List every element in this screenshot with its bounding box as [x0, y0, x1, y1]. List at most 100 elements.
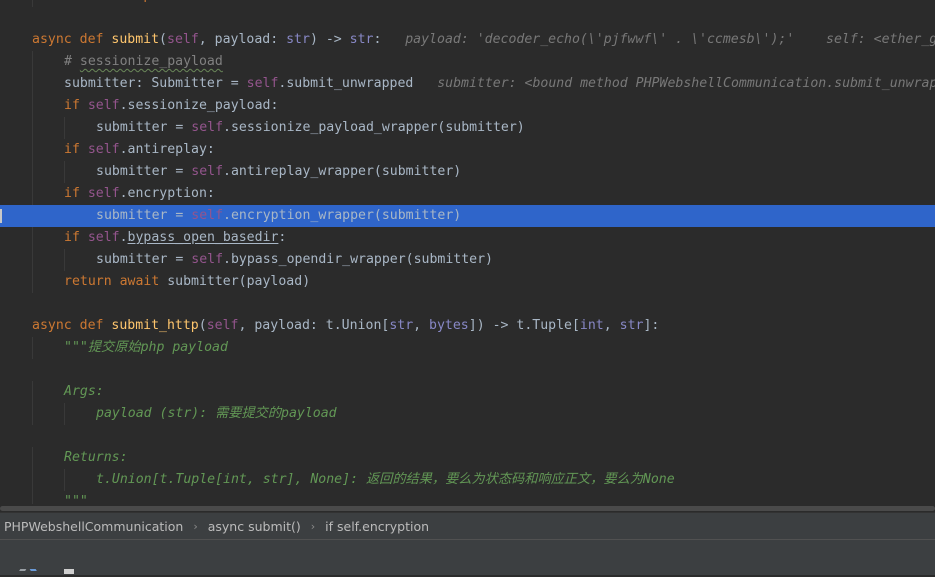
current-code-line[interactable]: submitter = self.encryption_wrapper(subm… [0, 205, 935, 227]
bottom-tool-panel [0, 539, 935, 577]
code-line[interactable]: if self.sessionize_payload: [0, 95, 935, 117]
code-token: Returns: [64, 450, 128, 465]
code-token: str [619, 318, 644, 333]
chevron-right-icon: › [193, 519, 198, 533]
indent-guide [32, 469, 33, 491]
code-text: return await submitter(payload) [64, 271, 310, 293]
code-line[interactable] [0, 425, 935, 447]
indent-guide [64, 161, 65, 183]
code-token: sessionize_payload [79, 54, 223, 69]
code-token: submitter: <bound method PHPWebshellComm… [413, 76, 935, 91]
code-text: submitter = self.bypass_opendir_wrapper(… [96, 249, 493, 271]
tool-window-icon[interactable] [29, 569, 41, 577]
horizontal-scrollbar[interactable] [0, 504, 935, 512]
code-token: .sessionize_payload_wrapper(submitter) [223, 120, 525, 135]
code-token: submitter = [96, 252, 192, 267]
code-token: self [191, 252, 224, 267]
indent-guide [32, 139, 33, 161]
tool-window-icon[interactable] [15, 569, 27, 577]
code-line[interactable] [0, 359, 935, 381]
code-line[interactable]: submitter = self.antireplay_wrapper(subm… [0, 161, 935, 183]
code-token: int [579, 318, 604, 333]
code-token: if [64, 142, 88, 157]
indent-guide [32, 161, 33, 183]
code-token: self [246, 76, 279, 91]
code-token: ( [198, 318, 207, 333]
code-text: # sessionize_payload [64, 51, 223, 73]
breadcrumb-class[interactable]: PHPWebshellCommunication [0, 519, 187, 534]
code-token: , [413, 318, 430, 333]
code-token: str [286, 32, 310, 47]
code-token: self [87, 230, 120, 245]
code-token: payload: 'decoder_echo(\'pjfwwf\' . \'cc… [381, 32, 935, 47]
code-token: self [167, 32, 199, 47]
code-line[interactable] [0, 7, 935, 29]
code-token: . [119, 230, 128, 245]
code-line[interactable]: if self.antireplay: [0, 139, 935, 161]
code-line[interactable]: submitter: Submitter = self.submit_unwra… [0, 73, 935, 95]
code-line[interactable]: if self.encryption: [0, 183, 935, 205]
code-line[interactable]: if self.bypass_open_basedir: [0, 227, 935, 249]
code-line[interactable]: Args: [0, 381, 935, 403]
code-text: submitter: Submitter = self.submit_unwra… [64, 73, 935, 95]
code-token: Args: [64, 384, 104, 399]
code-token: : [278, 230, 287, 245]
indent-guide [64, 469, 65, 491]
breadcrumb-statement[interactable]: if self.encryption [321, 519, 433, 534]
scrollbar-thumb[interactable] [0, 506, 935, 511]
code-text: """ [64, 491, 88, 504]
code-line[interactable]: """ [0, 491, 935, 504]
code-token: submitter: Submitter = [64, 76, 247, 91]
code-text: t.Union[t.Tuple[int, str], None]: 返回的结果，… [96, 469, 675, 491]
code-text: Returns: [64, 447, 128, 469]
code-token: ]) -> t.Tuple[ [468, 318, 580, 333]
tool-window-icon[interactable] [64, 569, 74, 574]
code-token: .sessionize_payload: [119, 98, 279, 113]
code-token: .submit_unwrapped [278, 76, 414, 91]
code-token: return await [64, 274, 168, 289]
code-line[interactable]: submitter = self.bypass_opendir_wrapper(… [0, 249, 935, 271]
code-token: submitter = [96, 208, 192, 223]
code-token: submit_http [111, 318, 199, 333]
code-token: self [191, 208, 224, 223]
code-text: return output [64, 0, 167, 7]
code-line[interactable]: async def submit(self, payload: str) -> … [0, 29, 935, 51]
code-line[interactable]: async def submit_http(self, payload: t.U… [0, 315, 935, 337]
code-token: , payload: t.Union[ [238, 318, 390, 333]
caret-marker [0, 209, 2, 223]
code-line[interactable]: return output [0, 0, 935, 7]
code-token: if [64, 186, 88, 201]
code-token: , [603, 318, 620, 333]
code-text: submitter = self.sessionize_payload_wrap… [96, 117, 525, 139]
code-token[interactable]: bypass_open_basedir [128, 230, 279, 245]
indent-guide [64, 403, 65, 425]
breadcrumb-method[interactable]: async submit() [204, 519, 305, 534]
code-line[interactable]: return await submitter(payload) [0, 271, 935, 293]
code-token: submitter(payload) [167, 274, 311, 289]
code-line[interactable]: """提交原始php payload [0, 337, 935, 359]
code-text: """提交原始php payload [64, 337, 228, 359]
code-token: str [349, 32, 374, 47]
code-text: if self.bypass_open_basedir: [64, 227, 286, 249]
indent-guide [32, 51, 33, 73]
code-token: # [64, 54, 80, 69]
indent-guide [32, 227, 33, 249]
code-token: submitter = [96, 120, 192, 135]
code-editor[interactable]: return output async def submit(self, payl… [0, 0, 935, 504]
indent-guide [32, 183, 33, 205]
indent-guide [32, 381, 33, 403]
code-token: payload (str): 需要提交的payload [96, 406, 337, 421]
indent-guide [32, 271, 33, 293]
code-line[interactable]: submitter = self.sessionize_payload_wrap… [0, 117, 935, 139]
code-line[interactable]: payload (str): 需要提交的payload [0, 403, 935, 425]
code-token: self [191, 164, 224, 179]
code-text: if self.encryption: [64, 183, 215, 205]
code-line[interactable] [0, 293, 935, 315]
code-line[interactable]: Returns: [0, 447, 935, 469]
code-token: """ [64, 494, 88, 504]
code-line[interactable]: # sessionize_payload [0, 51, 935, 73]
code-token: submit [111, 32, 160, 47]
code-text: Args: [64, 381, 104, 403]
indent-guide [32, 249, 33, 271]
code-line[interactable]: t.Union[t.Tuple[int, str], None]: 返回的结果，… [0, 469, 935, 491]
